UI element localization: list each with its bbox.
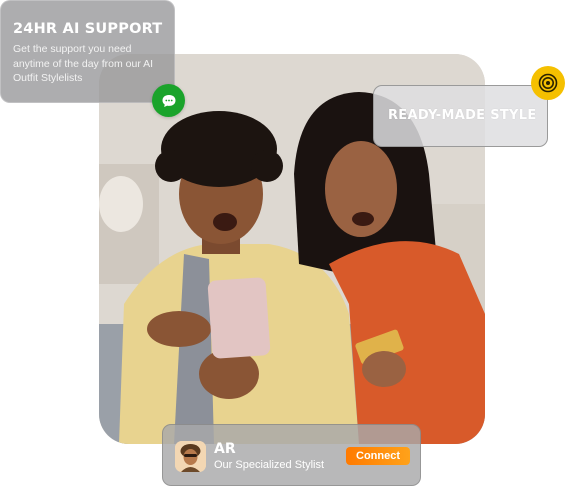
stylist-role: Our Specialized Stylist xyxy=(214,459,325,471)
ai-support-description: Get the support you need anytime of the … xyxy=(13,43,154,84)
ready-made-style-card: READY-MADE STYLE xyxy=(373,85,548,147)
ai-support-title: 24HR AI SUPPORT xyxy=(13,21,163,37)
target-icon xyxy=(531,66,565,100)
avatar-glyph xyxy=(175,441,206,472)
stylist-card: AR Our Specialized Stylist Connect xyxy=(162,424,421,486)
ai-support-card: 24HR AI SUPPORT Get the support you need… xyxy=(0,0,175,103)
target-glyph xyxy=(538,73,558,93)
chat-bubble-glyph xyxy=(162,94,175,107)
stylist-avatar-icon xyxy=(175,441,206,472)
connect-button[interactable]: Connect xyxy=(346,447,410,465)
ready-made-style-label: READY-MADE STYLE xyxy=(388,108,537,123)
stylist-initials: AR xyxy=(214,441,236,457)
chat-bubble-icon[interactable] xyxy=(152,84,185,117)
